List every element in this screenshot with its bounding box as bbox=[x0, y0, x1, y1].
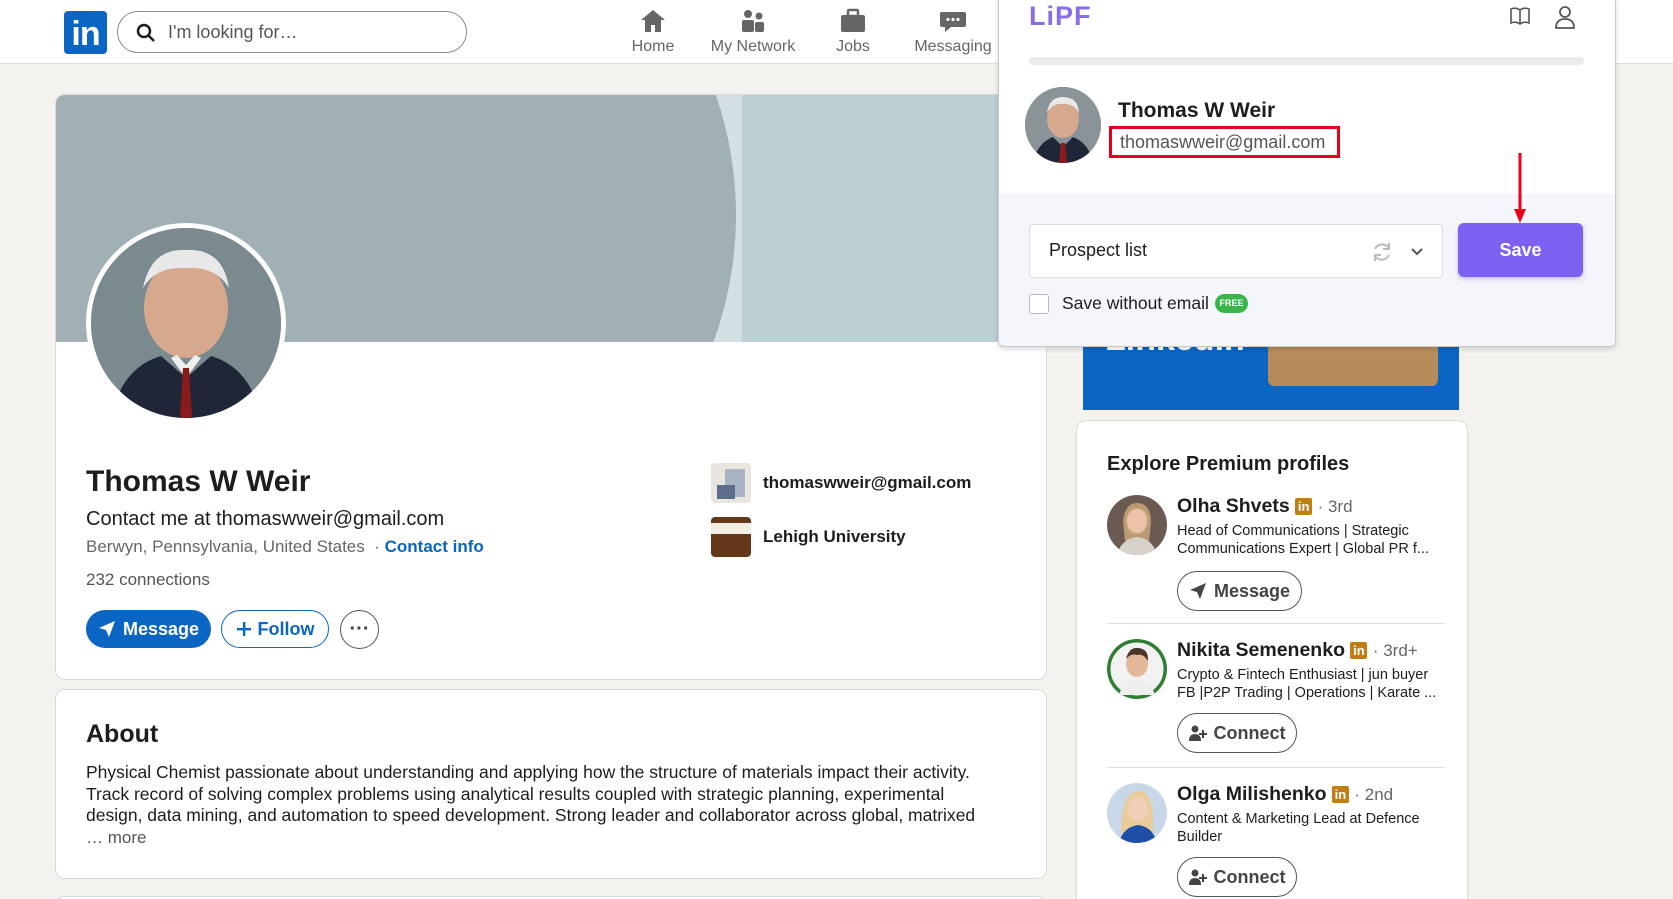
nav-item-my-network[interactable]: My Network bbox=[703, 8, 803, 56]
side-email: thomaswweir@gmail.com bbox=[763, 473, 972, 492]
premium-profile-headline: Head of Communications | Strategic Commu… bbox=[1177, 523, 1429, 557]
nav-item-jobs[interactable]: Jobs bbox=[803, 8, 903, 56]
send-icon bbox=[98, 621, 115, 637]
about-more-link[interactable]: … more bbox=[86, 828, 146, 848]
nav-label-home: Home bbox=[631, 38, 675, 55]
network-icon bbox=[742, 10, 764, 32]
refresh-icon[interactable] bbox=[1370, 240, 1394, 264]
nav-label-my-network: My Network bbox=[710, 38, 796, 55]
follow-button-label: Follow bbox=[257, 618, 315, 639]
premium-profile-name[interactable]: Olha Shvets bbox=[1177, 495, 1290, 517]
lipf-logo: LiPF bbox=[1029, 1, 1092, 31]
connection-degree: · 2nd bbox=[1354, 785, 1394, 804]
prospect-list-value: Prospect list bbox=[1049, 240, 1148, 260]
connection-degree: · 3rd bbox=[1317, 497, 1353, 516]
company-logo-placeholder-icon bbox=[711, 463, 751, 503]
annotation-arrow-icon bbox=[1514, 153, 1526, 223]
profile-location-line: Berwyn, Pennsylvania, United States · Co… bbox=[86, 537, 484, 557]
search-box[interactable]: I'm looking for… bbox=[117, 11, 467, 53]
premium-profile-name-row: Olga Milishenko in · 2nd bbox=[1177, 783, 1393, 806]
lehigh-logo bbox=[711, 517, 751, 557]
save-button[interactable]: Save bbox=[1458, 223, 1583, 277]
side-school: Lehigh University bbox=[763, 527, 906, 546]
premium-profile-headline: Content & Marketing Lead at Defence Buil… bbox=[1177, 811, 1420, 845]
profile-avatar[interactable] bbox=[1107, 639, 1167, 699]
lipf-profile-email-highlighted[interactable]: thomaswweir@gmail.com bbox=[1109, 126, 1340, 158]
about-card: About Physical Chemist passionate about … bbox=[55, 689, 1047, 879]
connection-degree: · 3rd+ bbox=[1372, 641, 1418, 660]
promo-banner[interactable]: Linkedin bbox=[1083, 336, 1459, 410]
profile-avatar[interactable] bbox=[1107, 783, 1167, 843]
premium-connect-button[interactable]: Connect bbox=[1177, 713, 1297, 753]
nav-label-messaging: Messaging bbox=[914, 38, 992, 55]
briefcase-icon bbox=[841, 8, 865, 32]
progress-bar bbox=[1029, 57, 1584, 65]
divider bbox=[1107, 623, 1445, 624]
side-email-row[interactable]: thomaswweir@gmail.com bbox=[711, 463, 971, 503]
free-badge: FREE bbox=[1215, 294, 1248, 313]
save-without-email-label[interactable]: Save without email bbox=[1062, 293, 1209, 314]
more-actions-button[interactable]: ··· bbox=[340, 610, 379, 649]
premium-profile-name[interactable]: Nikita Semenenko bbox=[1177, 639, 1345, 661]
linkedin-premium-icon: in bbox=[1350, 642, 1368, 659]
profile-location: Berwyn, Pennsylvania, United States bbox=[86, 537, 365, 556]
avatar-photo bbox=[1107, 639, 1167, 699]
profile-avatar[interactable] bbox=[86, 223, 286, 423]
nav-item-home[interactable]: Home bbox=[603, 8, 703, 56]
nav-label-jobs: Jobs bbox=[836, 38, 870, 55]
linkedin-premium-icon: in bbox=[1331, 786, 1349, 803]
about-text: Physical Chemist passionate about unders… bbox=[86, 762, 976, 825]
avatar-photo bbox=[1107, 495, 1167, 555]
premium-connect-button[interactable]: Connect bbox=[1177, 857, 1297, 897]
linkedin-logo[interactable]: in bbox=[64, 11, 107, 54]
plus-icon bbox=[236, 622, 251, 636]
premium-profiles-card: Explore Premium profiles Olha Shvets in … bbox=[1076, 420, 1468, 899]
premium-profile-name[interactable]: Olga Milishenko bbox=[1177, 783, 1327, 805]
add-person-icon bbox=[1188, 725, 1207, 741]
contact-info-link[interactable]: Contact info bbox=[385, 537, 484, 556]
profile-name: Thomas W Weir bbox=[86, 465, 311, 498]
search-placeholder: I'm looking for… bbox=[168, 22, 298, 42]
connections-count[interactable]: 232 connections bbox=[86, 570, 210, 590]
message-button[interactable]: Message bbox=[86, 610, 211, 648]
linkedin-premium-icon: in bbox=[1295, 498, 1313, 515]
chevron-down-icon[interactable] bbox=[1409, 244, 1425, 260]
home-icon bbox=[641, 10, 665, 32]
avatar-photo bbox=[1107, 783, 1167, 843]
profile-headline: Contact me at thomaswweir@gmail.com bbox=[86, 508, 445, 530]
follow-button[interactable]: Follow bbox=[221, 610, 329, 648]
profile-card: Thomas W Weir Contact me at thomaswweir@… bbox=[55, 94, 1047, 680]
premium-button-label: Message bbox=[1213, 580, 1291, 601]
premium-profile-name-row: Olha Shvets in · 3rd bbox=[1177, 495, 1353, 518]
book-icon[interactable] bbox=[1509, 5, 1531, 27]
lipf-profile-name: Thomas W Weir bbox=[1118, 99, 1276, 122]
profile-avatar[interactable] bbox=[1107, 495, 1167, 555]
prospect-list-select[interactable]: Prospect list bbox=[1029, 224, 1443, 278]
lipf-profile-avatar bbox=[1025, 87, 1101, 163]
message-button-label: Message bbox=[122, 618, 200, 639]
search-icon bbox=[136, 23, 155, 42]
premium-profile-name-row: Nikita Semenenko in · 3rd+ bbox=[1177, 639, 1418, 662]
premium-profile-headline: Crypto & Fintech Enthusiast | jun buyer … bbox=[1177, 667, 1437, 701]
profile-photo bbox=[91, 228, 281, 418]
premium-button-label: Connect bbox=[1213, 866, 1286, 887]
avatar-photo bbox=[1025, 87, 1101, 163]
save-without-email-checkbox[interactable] bbox=[1029, 294, 1049, 314]
side-school-row[interactable]: Lehigh University bbox=[711, 517, 906, 557]
premium-button-label: Connect bbox=[1213, 722, 1286, 743]
divider bbox=[1107, 767, 1445, 768]
user-icon[interactable] bbox=[1554, 5, 1576, 29]
messaging-icon bbox=[940, 12, 966, 32]
add-person-icon bbox=[1188, 869, 1207, 885]
about-title: About bbox=[86, 720, 159, 748]
send-icon bbox=[1189, 583, 1206, 599]
premium-title: Explore Premium profiles bbox=[1107, 453, 1350, 475]
nav-item-messaging[interactable]: Messaging bbox=[903, 8, 1003, 56]
premium-message-button[interactable]: Message bbox=[1177, 571, 1302, 611]
location-separator: · bbox=[369, 537, 385, 556]
